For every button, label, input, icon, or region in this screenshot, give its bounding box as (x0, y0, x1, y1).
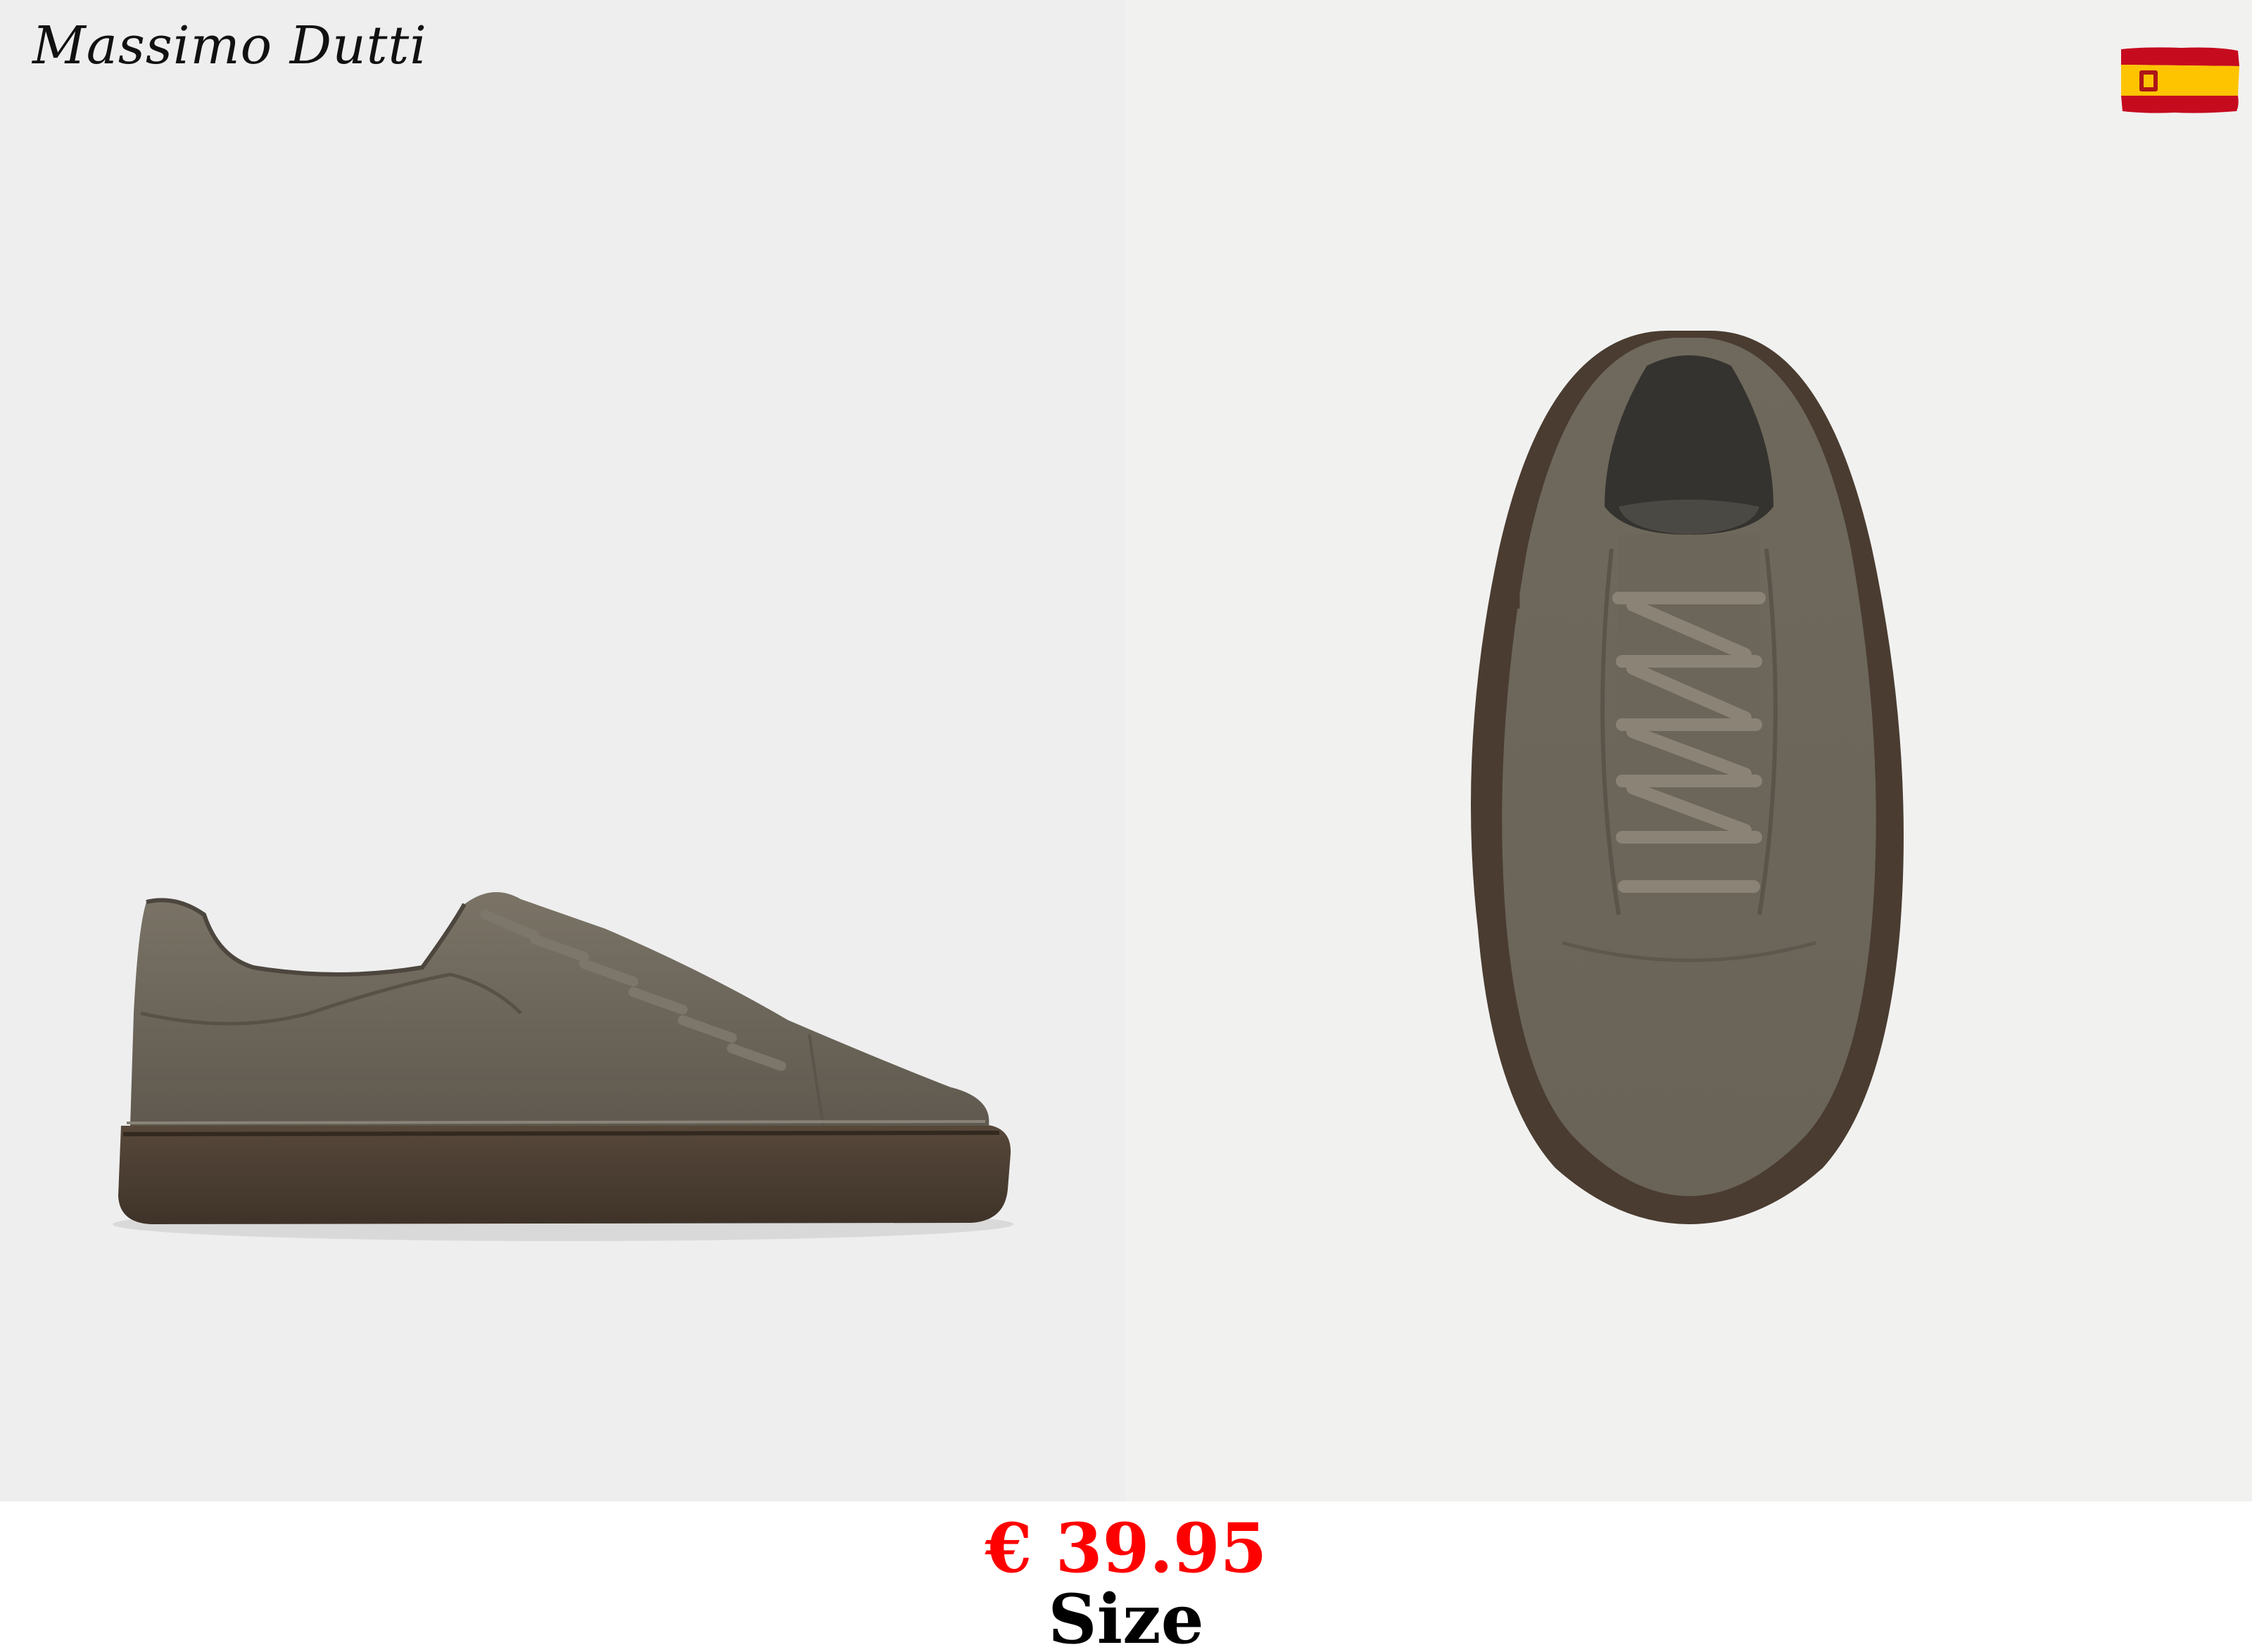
product-page: Massimo Dutti € 39.95 Size (0, 0, 2252, 1652)
spain-flag-icon[interactable] (2118, 45, 2241, 115)
sneaker-side-image (113, 892, 1013, 1241)
product-image-top[interactable] (1126, 0, 2252, 1501)
sneaker-top-image (1471, 331, 1904, 1224)
product-gallery: Massimo Dutti (0, 0, 2252, 1501)
product-price: € 39.95 (985, 1508, 1267, 1588)
size-label[interactable]: Size (0, 1584, 2252, 1652)
product-image-side[interactable] (0, 0, 1126, 1501)
brand-logo[interactable]: Massimo Dutti (32, 20, 427, 72)
